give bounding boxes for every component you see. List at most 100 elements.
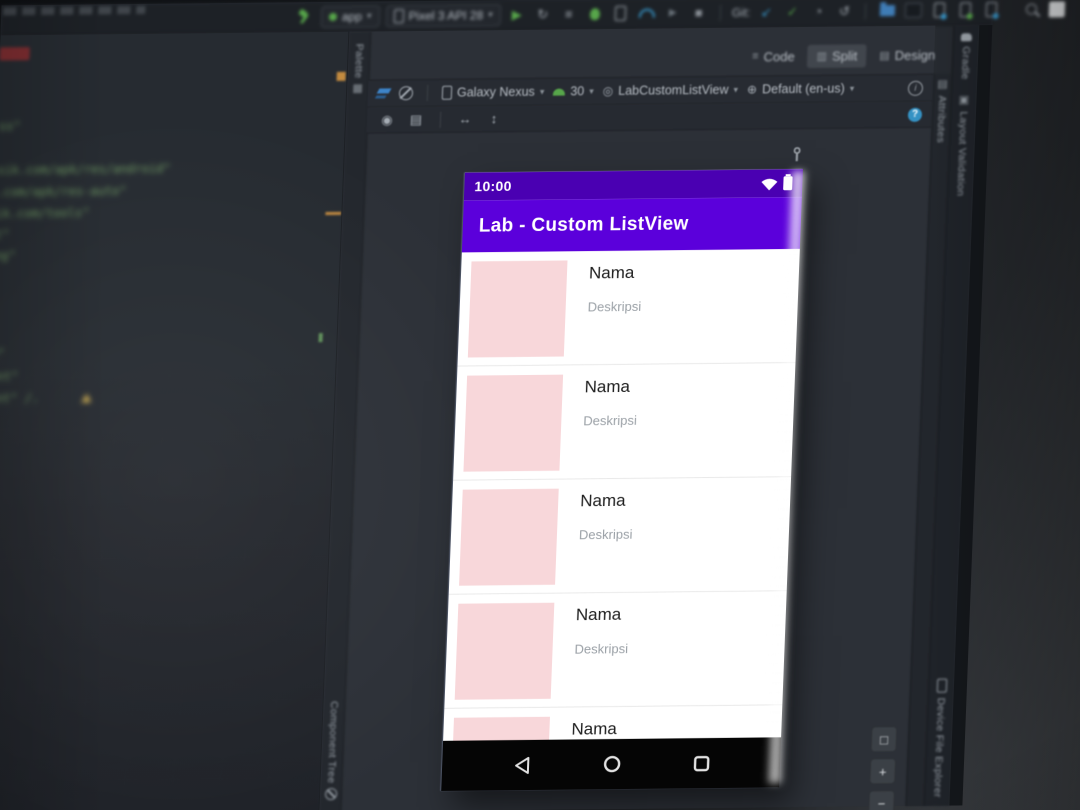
help-icon[interactable]: ? (907, 107, 923, 122)
chevron-down-icon: ▾ (488, 9, 494, 20)
device-manager-button[interactable] (929, 0, 950, 20)
stripe-warning-mark[interactable] (325, 211, 342, 216)
tab-attributes[interactable]: ▤ Attributes (934, 78, 949, 144)
split-tab-label: Split (831, 47, 858, 64)
profiler-button[interactable] (636, 3, 657, 23)
toolbar-separator (719, 4, 722, 21)
phone-preview[interactable]: 10:00 Lab - Custom ListView Nama Deskrips… (441, 169, 803, 791)
apply-changes-button[interactable]: ↻ (532, 4, 553, 24)
view-options-button[interactable]: ◉ (377, 110, 398, 130)
code-line: w" (0, 346, 5, 361)
terminal-button[interactable] (903, 0, 924, 20)
design-surface-button[interactable] (376, 88, 392, 98)
code-line: t" (0, 227, 10, 242)
run-config-label: app (341, 9, 363, 24)
device-select[interactable]: Pixel 3 API 28 ▾ (385, 3, 502, 27)
build-hammer-icon[interactable] (295, 7, 316, 27)
folder-icon (879, 5, 896, 17)
stripe-warning-mark[interactable] (336, 71, 346, 81)
theme-label: LabCustomListView (617, 82, 729, 98)
list-item[interactable]: Nama Deskripsi (457, 249, 800, 367)
git-commit-button[interactable]: ✓ (782, 2, 803, 22)
list-item[interactable]: Nama Deskripsi (453, 363, 796, 481)
apply-code-changes-button[interactable]: ≡ (558, 4, 579, 24)
item-subtitle: Deskripsi (587, 298, 642, 315)
code-editor[interactable]: ss" sik.com/apk/res/android" .com/apk/re… (0, 31, 349, 810)
tab-gradle[interactable]: Gradle (959, 33, 973, 80)
palette-icon: ▦ (352, 82, 364, 95)
back-button[interactable] (512, 755, 532, 774)
bug-icon (589, 7, 601, 20)
code-line: ent" (0, 369, 19, 384)
palette-tab-label: Palette (352, 43, 366, 79)
home-button[interactable] (602, 754, 623, 774)
emulator-button[interactable] (955, 0, 976, 20)
tab-layout-validation[interactable]: ▣ Layout Validation (954, 95, 970, 197)
zoom-in-button[interactable]: + (869, 758, 897, 785)
toolbar-separator (439, 111, 442, 128)
locale-picker[interactable]: ⊕ Default (en-us) ▾ (746, 81, 855, 97)
run-button[interactable]: ▶ (506, 4, 527, 24)
search-icon (1025, 3, 1038, 15)
nav-bar (441, 737, 782, 791)
recents-button[interactable] (692, 755, 710, 772)
git-rollback-button[interactable]: ↺ (834, 1, 855, 21)
device-picker[interactable]: Galaxy Nexus ▾ (441, 85, 545, 100)
code-line: ik.com/tools" (0, 205, 90, 221)
item-thumbnail (459, 488, 559, 586)
zoom-fit-button[interactable]: □ (870, 726, 898, 753)
device-icon (441, 85, 453, 100)
attach-debugger-button[interactable] (610, 3, 631, 23)
item-title: Nama (575, 604, 622, 625)
tab-palette[interactable]: Palette ▦ (351, 44, 365, 95)
theme-picker[interactable]: ◎ LabCustomListView ▾ (603, 83, 739, 98)
design-tab-icon: ▤ (879, 49, 890, 62)
run-config-status-icon (328, 12, 338, 21)
code-tab-icon: ≡ (751, 50, 759, 63)
zoom-out-button[interactable]: − (868, 790, 895, 810)
vertical-constraint-button[interactable]: ↕ (484, 109, 505, 129)
photo-frame: app ▾ Pixel 3 API 28 ▾ ▶ ↻ ≡ ▶ ■ Git: ↙ … (0, 0, 1080, 810)
horizontal-constraint-button[interactable]: ↔ (455, 109, 476, 129)
stop-button[interactable]: ■ (688, 3, 709, 23)
list-item[interactable]: Nama Deskripsi (444, 591, 787, 709)
project-folders-button[interactable] (877, 1, 898, 21)
git-update-button[interactable]: ↙ (756, 2, 777, 22)
orientation-icon[interactable] (398, 86, 414, 101)
gradle-icon (960, 33, 973, 42)
item-title: Nama (584, 376, 631, 397)
app-bar: Lab - Custom ListView (461, 197, 802, 253)
device-label: Pixel 3 API 28 (408, 7, 484, 23)
attributes-icon: ▤ (937, 78, 949, 91)
device-file-explorer-tab-label: Device File Explorer (931, 697, 948, 798)
sdk-manager-button[interactable] (981, 0, 1002, 20)
debug-button[interactable] (584, 4, 605, 24)
emulator-icon (959, 2, 972, 18)
profile-low-overhead-button[interactable]: ▶ (662, 3, 683, 23)
item-thumbnail (454, 602, 555, 700)
git-history-button[interactable]: ◔ (808, 1, 829, 21)
tab-design[interactable]: ▤ Design (870, 43, 945, 67)
globe-icon: ⊕ (746, 82, 758, 97)
locale-label: Default (en-us) (761, 81, 846, 97)
item-title: Nama (571, 719, 618, 739)
tab-split[interactable]: ▥ Split (807, 43, 867, 68)
code-line: ss" (0, 119, 21, 134)
tab-code[interactable]: ≡ Code (743, 45, 804, 69)
list-item[interactable]: Nama Deskripsi (448, 477, 792, 595)
search-button[interactable] (1021, 0, 1042, 19)
tab-device-file-explorer[interactable]: Device File Explorer (931, 678, 948, 798)
editor-mode-tabs: ≡ Code ▥ Split ▤ Design (369, 39, 953, 75)
chevron-down-icon: ▾ (366, 10, 372, 21)
item-title: Nama (588, 262, 635, 283)
item-subtitle: Deskripsi (578, 526, 633, 543)
listview[interactable]: Nama Deskripsi Nama Deskripsi Nama Deskrips… (441, 249, 800, 791)
tab-component-tree[interactable]: Component Tree (324, 700, 340, 801)
item-thumbnail (467, 260, 568, 358)
run-config-select[interactable]: app ▾ (320, 4, 380, 28)
blueprint-list-button[interactable]: ▤ (406, 109, 427, 129)
info-icon[interactable]: i (907, 80, 924, 96)
breadcrumb (3, 5, 146, 16)
api-level-picker[interactable]: 30 ▾ (553, 84, 594, 98)
running-devices-button[interactable] (1047, 0, 1068, 19)
